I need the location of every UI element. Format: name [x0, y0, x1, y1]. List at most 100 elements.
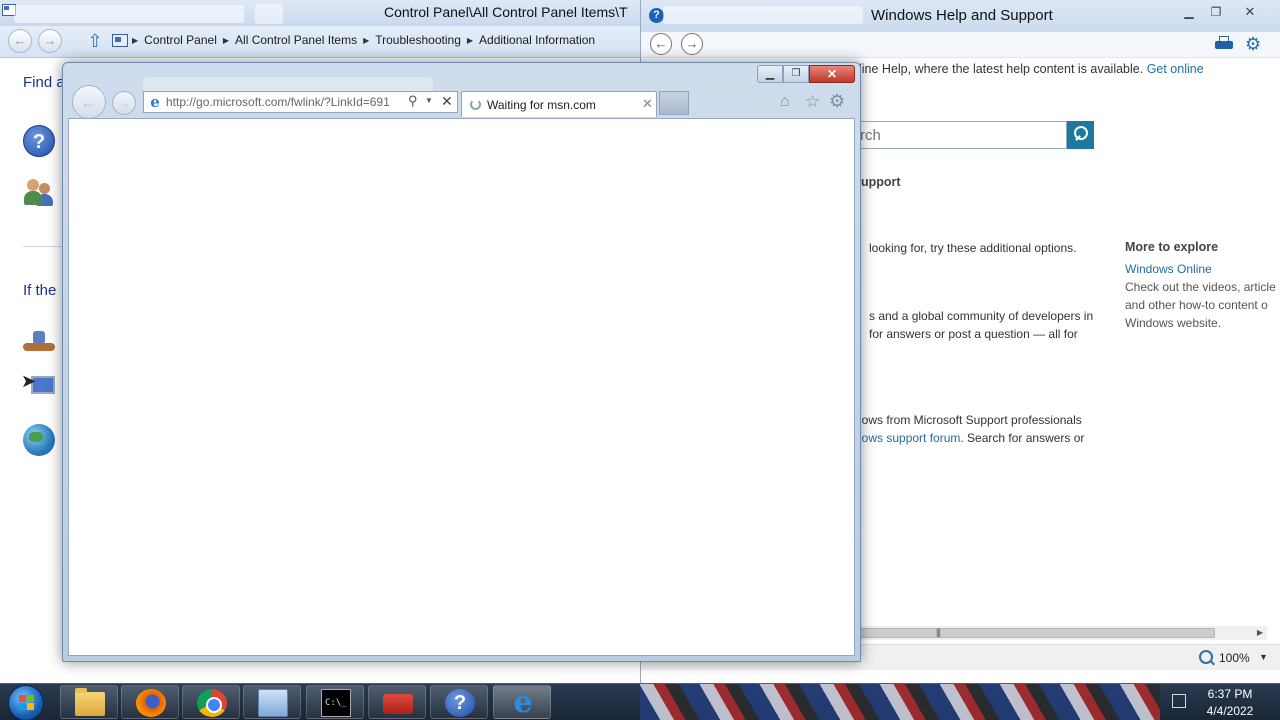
faded-titlebar-button — [255, 4, 283, 24]
help-back-button[interactable]: ← — [650, 33, 672, 55]
taskbar: C:\_ ? e 6:37 PM 4/4/2022 — [0, 683, 1280, 720]
breadcrumb-chevron-icon[interactable]: ▶ — [363, 36, 369, 45]
help-titlebar: ? Windows Help and Support ▁ ❐ ✕ — [641, 0, 1280, 32]
help-question-icon: ? — [445, 689, 475, 717]
scrollbar-thumb[interactable]: ||| — [859, 627, 1215, 638]
professionals-text-rest: . Search for answers or — [960, 431, 1085, 445]
breadcrumb-item-troubleshooting[interactable]: Troubleshooting — [375, 33, 461, 47]
breadcrumb-chevron-icon[interactable]: ▶ — [467, 36, 473, 45]
print-icon[interactable] — [1215, 36, 1233, 52]
ie-url-text[interactable]: http://go.microsoft.com/fwlink/?LinkId=6… — [166, 95, 406, 109]
help-search-input[interactable] — [852, 122, 1066, 148]
zoom-level[interactable]: 100% — [1219, 651, 1250, 665]
ie-close-button[interactable]: ✕ — [809, 65, 855, 83]
control-panel-titlebar: Control Panel\All Control Panel Items\T — [0, 0, 660, 26]
favorites-star-icon[interactable]: ☆ — [805, 92, 820, 112]
taskbar-control-panel-button[interactable] — [243, 685, 301, 719]
help-forward-button[interactable]: → — [681, 33, 703, 55]
get-online-link[interactable]: Get online — [1147, 62, 1204, 76]
search-icon[interactable] — [1067, 121, 1094, 149]
stop-icon[interactable]: ✕ — [441, 93, 453, 110]
network-tray-icon[interactable] — [1172, 694, 1186, 708]
home-icon[interactable]: ⌂ — [780, 93, 790, 111]
chrome-icon — [197, 689, 227, 717]
ie-minimize-button[interactable]: ▁ — [757, 65, 783, 83]
professionals-text-line: lows from Microsoft Support professional… — [859, 413, 1082, 427]
breadcrumb-item-additional-information[interactable]: Additional Information — [479, 33, 595, 47]
taskbar-help-button[interactable]: ? — [430, 685, 488, 719]
more-to-explore-heading: More to explore — [1125, 240, 1219, 254]
taskbar-explorer-button[interactable] — [60, 685, 118, 719]
taskbar-command-prompt-button[interactable]: C:\_ — [306, 685, 364, 719]
taskbar-firefox-button[interactable] — [121, 685, 179, 719]
divider — [23, 246, 67, 247]
support-heading: upport — [861, 175, 901, 189]
help-toolbar: ← → ⚙ — [641, 32, 1280, 58]
breadcrumb-chevron-icon[interactable]: ▶ — [132, 36, 138, 45]
address-dropdown-icon[interactable]: ▼ — [425, 96, 433, 105]
ie-maximize-button[interactable]: ❐ — [783, 65, 809, 83]
ie-tab[interactable]: Waiting for msn.com ✕ — [461, 91, 657, 117]
internet-explorer-icon: e — [513, 685, 533, 720]
toolbox-icon — [383, 694, 413, 714]
hand-assistance-icon[interactable] — [23, 327, 55, 359]
horizontal-scrollbar[interactable]: ||| ▶ — [857, 626, 1267, 640]
maximize-button[interactable]: ❐ — [1204, 4, 1228, 20]
zoom-icon[interactable] — [1199, 650, 1213, 664]
ie-tab-title: Waiting for msn.com — [487, 98, 596, 112]
taskbar-internet-explorer-button[interactable]: e — [493, 685, 551, 719]
clock-date[interactable]: 4/4/2022 — [1200, 704, 1260, 718]
clock-time[interactable]: 6:37 PM — [1200, 687, 1260, 701]
firefox-icon — [136, 689, 166, 717]
start-button[interactable] — [8, 685, 44, 720]
tab-close-icon[interactable]: ✕ — [642, 96, 653, 112]
breadcrumb-item-control-panel[interactable]: Control Panel — [144, 33, 217, 47]
scrollbar-grip-icon: ||| — [936, 627, 941, 637]
up-arrow-icon[interactable]: ⇧ — [86, 31, 104, 51]
back-button[interactable]: ← — [8, 29, 32, 53]
explore-text-line: Check out the videos, article — [1125, 280, 1276, 294]
explore-text-line: Windows website. — [1125, 316, 1222, 330]
ie-address-bar[interactable]: e http://go.microsoft.com/fwlink/?LinkId… — [143, 91, 458, 113]
control-panel-navbar: ← → ⇧ ▶ Control Panel ▶ All Control Pane… — [0, 26, 660, 58]
zoom-dropdown-icon[interactable]: ▼ — [1259, 652, 1268, 662]
control-panel-icon — [258, 689, 288, 717]
online-help-text: line Help, where the latest help content… — [859, 62, 1144, 76]
help-question-icon[interactable]: ? — [23, 125, 55, 157]
explore-text-line: and other how-to content o — [1125, 298, 1268, 312]
internet-explorer-window: ▁ ❐ ✕ ← → e http://go.microsoft.com/fwli… — [62, 62, 861, 662]
taskbar-toolbox-button[interactable] — [368, 685, 426, 719]
forward-button[interactable]: → — [38, 29, 62, 53]
if-heading: If the — [23, 282, 57, 299]
ie-page-content[interactable] — [68, 118, 855, 656]
find-heading: Find a — [23, 74, 65, 91]
users-icon[interactable] — [23, 179, 55, 211]
new-tab-button[interactable] — [659, 91, 689, 115]
control-panel-address-icon — [112, 34, 128, 47]
faded-titlebar-element — [14, 5, 244, 23]
online-help-message: line Help, where the latest help content… — [859, 62, 1204, 76]
globe-icon[interactable] — [23, 424, 55, 456]
remote-computer-icon[interactable]: ➤ — [21, 372, 55, 404]
faded-titlebar-element — [663, 6, 863, 24]
ie-back-button[interactable]: ← — [72, 85, 106, 119]
ie-logo-icon: e — [150, 93, 160, 111]
windows-online-link[interactable]: Windows Online — [1125, 262, 1212, 276]
tools-gear-icon[interactable]: ⚙ — [829, 91, 845, 112]
support-forum-link[interactable]: lows support forum — [859, 431, 960, 445]
minimize-button[interactable]: ▁ — [1177, 4, 1201, 20]
search-icon[interactable]: ⚲ — [408, 93, 418, 109]
ie-forward-button[interactable]: → — [112, 91, 136, 115]
folder-icon — [75, 688, 105, 716]
options-gear-icon[interactable]: ⚙ — [1245, 34, 1261, 54]
help-window-title: Windows Help and Support — [871, 7, 1053, 24]
command-prompt-icon: C:\_ — [321, 689, 351, 717]
help-search-box — [851, 121, 1067, 149]
scroll-right-arrow-icon[interactable]: ▶ — [1253, 626, 1267, 640]
taskbar-chrome-button[interactable] — [182, 685, 240, 719]
community-text-line: s and a global community of developers i… — [869, 309, 1094, 323]
breadcrumb-chevron-icon[interactable]: ▶ — [223, 36, 229, 45]
close-button[interactable]: ✕ — [1238, 4, 1262, 20]
options-text: looking for, try these additional option… — [869, 241, 1077, 255]
breadcrumb-item-all-items[interactable]: All Control Panel Items — [235, 33, 357, 47]
